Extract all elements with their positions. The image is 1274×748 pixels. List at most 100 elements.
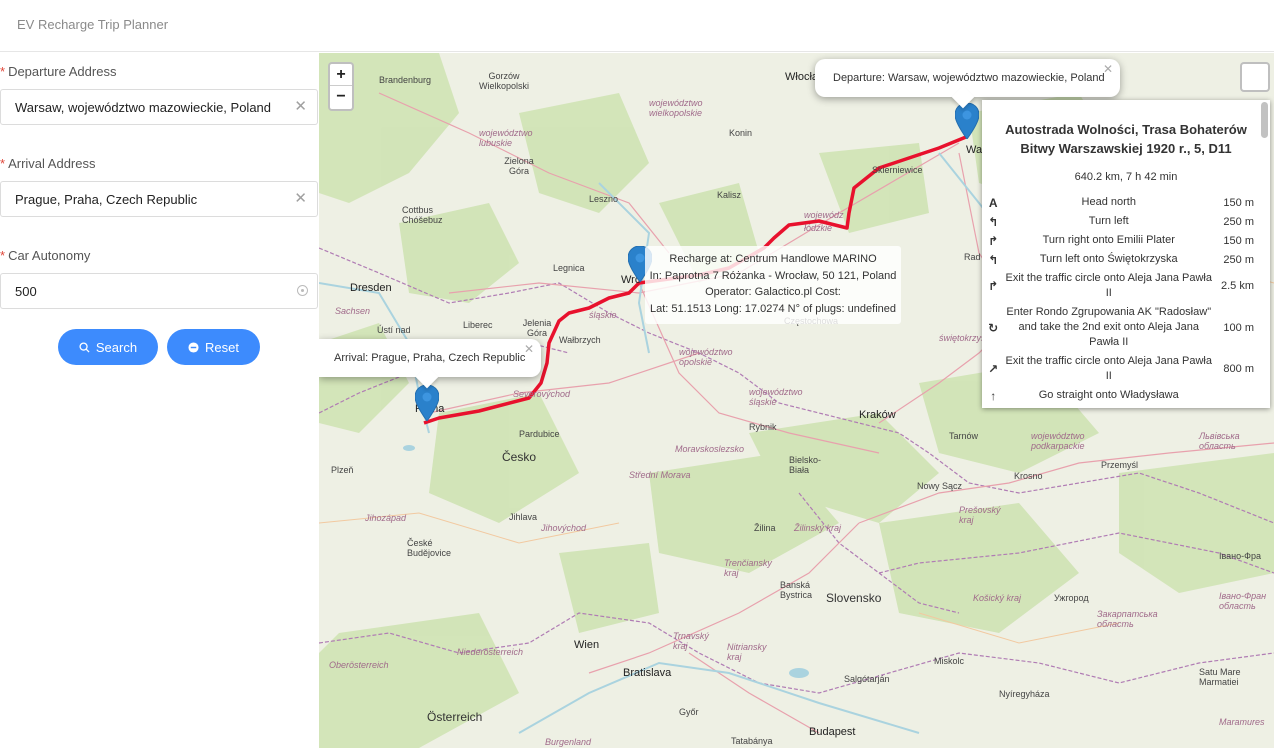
map-label-gyor: Győr bbox=[679, 707, 699, 717]
routing-scrollbar[interactable] bbox=[1261, 102, 1268, 138]
map-label-jihozapad: Jihozápad bbox=[365, 513, 407, 523]
map-label-budapest: Budapest bbox=[809, 726, 856, 738]
map-label-oberosterreich: Oberösterreich bbox=[329, 660, 389, 670]
route-step[interactable]: ↰ Turn left 250 m bbox=[982, 212, 1262, 231]
recharge-info: Recharge at: Centrum Handlowe MARINO In:… bbox=[645, 246, 901, 324]
map-label-trenciansky: Trenčiansky kraj bbox=[724, 558, 772, 578]
departure-popup-text: Departure: Warsaw, województwo mazowieck… bbox=[833, 72, 1105, 84]
route-title: Autostrada Wolności, Trasa Bohaterów Bit… bbox=[1005, 122, 1247, 156]
map-label-usti: Ústí nad bbox=[377, 325, 411, 335]
zoom-out-button[interactable]: − bbox=[330, 86, 352, 108]
route-step-text: Enter Rondo Zgrupowania AK "Radosław" an… bbox=[1006, 306, 1212, 348]
departure-label: * Departure Address bbox=[0, 64, 117, 79]
departure-label-text: Departure Address bbox=[8, 64, 117, 79]
layers-button[interactable] bbox=[1240, 62, 1270, 92]
map-label-kalisz: Kalisz bbox=[717, 190, 742, 200]
autonomy-label: * Car Autonomy bbox=[0, 248, 91, 263]
route-step-text: Turn right onto Emilii Plater bbox=[1042, 234, 1175, 246]
map-label-satu: Satu Mare Marmatiei bbox=[1199, 667, 1241, 687]
map-label-niederosterreich: Niederösterreich bbox=[457, 647, 524, 657]
map-label-osterreich: Österreich bbox=[427, 710, 483, 724]
map-label-presovsky: Prešovský kraj bbox=[959, 505, 1001, 525]
map-label-ivano: Івано-Фра bbox=[1219, 551, 1262, 561]
map-label-slaskie: śląskie bbox=[589, 310, 617, 320]
map-label-pardubice: Pardubice bbox=[519, 429, 560, 439]
route-step-text: Head north bbox=[1081, 196, 1136, 208]
arrival-input[interactable]: Prague, Praha, Czech Republic ✕ bbox=[0, 181, 318, 217]
route-step-distance: 250 m bbox=[1223, 253, 1254, 266]
departure-input[interactable]: Warsaw, województwo mazowieckie, Poland … bbox=[0, 89, 318, 125]
autonomy-input[interactable]: 500 bbox=[0, 273, 318, 309]
route-step-text: Turn left onto Świętokrzyska bbox=[1039, 253, 1178, 265]
route-step[interactable]: ↰ Turn left onto Świętokrzyska 250 m bbox=[982, 250, 1262, 269]
map-label-liberec: Liberec bbox=[463, 320, 493, 330]
map-label-zilinsky: Žilinský kraj bbox=[794, 523, 842, 533]
autonomy-label-text: Car Autonomy bbox=[8, 248, 91, 263]
map-label-lodzkie: łódzkie bbox=[804, 223, 833, 233]
map-label-burgenland: Burgenland bbox=[545, 737, 592, 747]
map-label-severovychod: Severovýchod bbox=[513, 389, 571, 399]
number-stepper-icon[interactable] bbox=[297, 285, 308, 296]
map-label-brandenburg: Brandenburg bbox=[379, 75, 432, 85]
map-label-opolskie: województwo opolskie bbox=[679, 347, 733, 367]
route-step[interactable]: ↻ Enter Rondo Zgrupowania AK "Radosław" a… bbox=[982, 303, 1262, 352]
route-step-distance: 250 m bbox=[1223, 215, 1254, 228]
route-step[interactable]: ↗ Exit the traffic circle onto Aleja Jana… bbox=[982, 352, 1262, 386]
route-step-text: Go straight onto Władysława bbox=[1038, 389, 1179, 401]
reset-button[interactable]: Reset bbox=[167, 329, 260, 365]
arrival-value: Prague, Praha, Czech Republic bbox=[15, 192, 198, 207]
map-label-moravskoslezsko: Moravskoslezsko bbox=[675, 444, 745, 454]
arrival-marker-icon[interactable] bbox=[415, 385, 439, 421]
map-label-maramures: Maramures bbox=[1219, 717, 1265, 727]
map-label-zakarpattia: Закарпатська область bbox=[1097, 609, 1158, 629]
recharge-operator: Operator: Galactico.pl Cost: bbox=[705, 286, 841, 298]
route-step[interactable]: A Head north 150 m bbox=[982, 193, 1262, 212]
app-title: EV Recharge Trip Planner bbox=[17, 17, 169, 32]
roundabout-icon: ↻ bbox=[988, 320, 999, 335]
map-label-krakow: Kraków bbox=[859, 409, 896, 421]
turn-left-icon: ↰ bbox=[988, 214, 999, 229]
map-label-wien: Wien bbox=[574, 639, 600, 651]
recharge-station: Recharge at: Centrum Handlowe MARINO bbox=[669, 253, 877, 265]
map-label-wojewodztwo: wojewódz bbox=[804, 210, 844, 220]
zoom-in-button[interactable]: + bbox=[330, 64, 352, 86]
map-label-legnica: Legnica bbox=[553, 263, 585, 273]
recharge-address: In: Paprotna 7 Różanka - Wrocław, 50 121… bbox=[649, 269, 897, 282]
route-step-text: Turn left bbox=[1088, 215, 1129, 227]
close-departure-popup-icon[interactable]: ✕ bbox=[1103, 62, 1113, 76]
route-step-distance: 100 m bbox=[1223, 321, 1254, 334]
arrival-popup-text: Arrival: Prague, Praha, Czech Republic bbox=[334, 352, 526, 364]
map-label-cesko: Česko bbox=[502, 450, 537, 464]
roundabout-exit-icon: ↗ bbox=[988, 362, 999, 376]
route-step[interactable]: ↱ Turn right onto Emilii Plater 150 m bbox=[982, 231, 1262, 250]
map-label-jihlava: Jihlava bbox=[509, 512, 538, 522]
map[interactable]: Włocław Gorzów Wielkopolski Brandenburg … bbox=[319, 53, 1274, 748]
close-arrival-popup-icon[interactable]: ✕ bbox=[524, 342, 534, 356]
search-icon bbox=[79, 341, 90, 353]
map-label-trnavsky: Trnavský kraj bbox=[673, 631, 709, 651]
route-step-distance: 150 m bbox=[1223, 234, 1254, 247]
map-label-bratislava: Bratislava bbox=[623, 667, 672, 679]
map-label-slovensko: Slovensko bbox=[826, 591, 882, 605]
map-label-banska: Banská Bystrica bbox=[780, 580, 813, 600]
clear-arrival-icon[interactable]: ✕ bbox=[294, 190, 307, 208]
map-label-przemysl: Przemyśl bbox=[1101, 460, 1139, 470]
zoom-control: + − bbox=[328, 62, 354, 111]
map-label-nitriansky: Nitriansky kraj bbox=[727, 642, 767, 662]
routing-instructions-panel[interactable]: Autostrada Wolności, Trasa Bohaterów Bit… bbox=[982, 100, 1270, 408]
route-step[interactable]: ↑ Go straight onto Władysława bbox=[982, 386, 1262, 405]
map-label-lubuskie: województwo lubuskie bbox=[479, 128, 533, 148]
departure-marker-icon[interactable] bbox=[955, 103, 979, 139]
map-label-stredni: Střední Morava bbox=[629, 470, 691, 480]
search-button[interactable]: Search bbox=[58, 329, 158, 365]
clear-departure-icon[interactable]: ✕ bbox=[294, 98, 307, 116]
route-step[interactable]: ↱ Exit the traffic circle onto Aleja Jana… bbox=[982, 269, 1262, 303]
route-steps: A Head north 150 m ↰ Turn left 250 m ↱ Turn rig… bbox=[982, 193, 1262, 405]
map-label-podkarpackie: województwo podkarpackie bbox=[1031, 431, 1085, 451]
map-label-gorzow: Gorzów Wielkopolski bbox=[478, 71, 529, 91]
map-label-krosno: Krosno bbox=[1014, 471, 1043, 481]
arrival-label: * Arrival Address bbox=[0, 156, 96, 171]
map-label-slaskie2: województwo śląskie bbox=[749, 387, 803, 407]
arrival-popup: Arrival: Prague, Praha, Czech Republic ✕ bbox=[319, 339, 541, 389]
map-label-sachsen: Sachsen bbox=[335, 306, 371, 316]
